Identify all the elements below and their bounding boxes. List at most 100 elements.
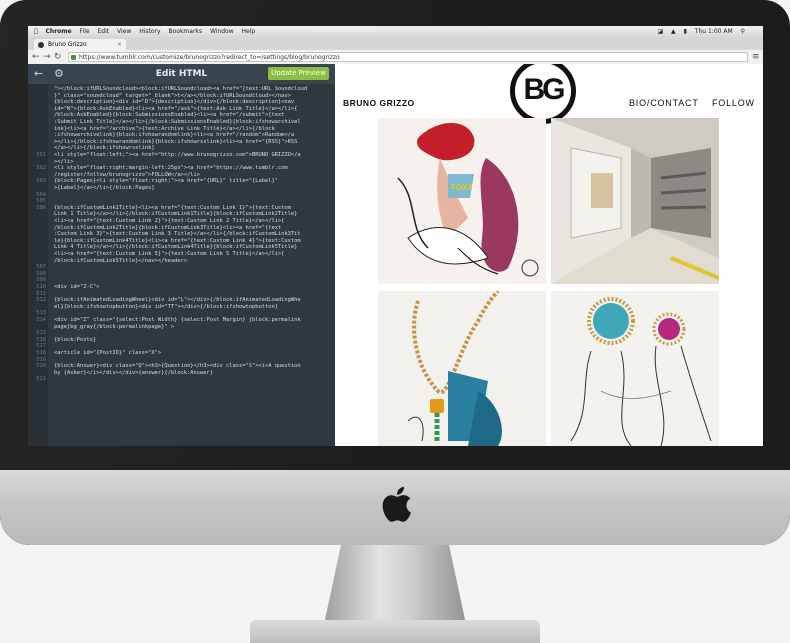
code-text: le}{block:ifCustomLink4Title}<li><a href… <box>54 237 301 244</box>
apple-logo-icon <box>382 486 411 522</box>
code-text: /block:ifCustomLink2Title}{block:ifCusto… <box>54 224 282 231</box>
gear-icon[interactable]: ⚙ <box>54 67 64 81</box>
toolbar: ← → ↻ https://www.tumblr.com/customize/b… <box>28 50 763 65</box>
illustration-woman-art: FOXY <box>397 123 539 277</box>
code-text: <div id="Z" class="{select:Post Width} {… <box>54 317 301 323</box>
menu-edit[interactable]: Edit <box>98 28 110 35</box>
post-illustration-earrings[interactable] <box>551 291 719 446</box>
code-text: Link 4 Title}</a></li>{/block:ifCustomLi… <box>54 244 298 251</box>
code-text: }" class="soundcloud" target="_blank">t<… <box>54 92 291 99</box>
post-illustration-woman[interactable]: FOXY <box>378 118 546 284</box>
code-text: id="N">{block:AskEnabled}<li><a href="/a… <box>54 105 298 112</box>
line-number: 505 <box>36 198 46 205</box>
update-preview-button[interactable]: Update Preview <box>268 67 329 80</box>
code-text: <div id="Z-C"> <box>54 284 100 290</box>
battery-icon[interactable]: ▮ <box>684 28 687 35</box>
wifi-icon[interactable]: ◪ <box>657 28 663 35</box>
menu-help[interactable]: Help <box>242 28 256 35</box>
line-number: 514 <box>36 317 46 323</box>
code-text: :ifshowarchivelink}{block:ifshowrandomli… <box>54 132 295 139</box>
code-text: {block:ifCustomLink1Title}<li><a href="{… <box>54 204 291 211</box>
line-number: 518 <box>36 350 46 356</box>
code-text: <li style="float:right;margin-left:25px"… <box>54 165 288 172</box>
earrings-art <box>570 297 712 446</box>
brand-link[interactable]: BRUNO GRIZZO <box>343 98 415 108</box>
code-text: ></li> <box>54 158 74 165</box>
code-text: ink}<li><a href="/archive">{text:Archive… <box>54 125 275 132</box>
line-number: 516 <box>36 336 46 343</box>
code-text: <li><a href="{text:Custom Link 5}">{text… <box>54 251 285 257</box>
code-text: {block:Pages}<li style="float:right;"><a… <box>54 178 278 185</box>
code-text: <li style="float:left;"><a href="http://… <box>54 152 301 158</box>
line-number: 513 <box>36 310 46 317</box>
menu-file[interactable]: File <box>80 28 90 35</box>
foxy-caption: FOXY <box>451 183 473 192</box>
code-text: by {Asker}</i></div></div>{answer}{/bloc… <box>54 369 214 376</box>
html-editor-panel: Edit HTML ← ⚙ Update Preview "></block:i… <box>28 64 335 446</box>
line-number: 504 <box>36 191 46 198</box>
code-text: >{Label}</a></li>{/block:Pages} <box>54 185 155 191</box>
line-number: 511 <box>36 290 46 297</box>
bg-logo[interactable]: BG <box>510 64 576 124</box>
code-text: el}{block:ifshowtopbutton}<div id="TT"><… <box>54 303 278 310</box>
menu-history[interactable]: History <box>139 28 160 35</box>
menu-icon[interactable]: ≡ <box>752 51 760 63</box>
menu-view[interactable]: View <box>117 28 131 35</box>
code-text: <article id="{PostID}" class="X"> <box>54 350 162 356</box>
tab-bruno-grizzo[interactable]: Bruno Grizzo × <box>34 39 126 50</box>
close-tab-icon[interactable]: × <box>117 39 122 50</box>
line-number: 520 <box>36 363 46 370</box>
post-illustration-necklace[interactable] <box>378 291 546 446</box>
volume-icon[interactable]: ▲ <box>671 28 676 35</box>
code-text: /block:ifCustomLink5Title}</nav></header… <box>54 257 188 264</box>
post-photo-subway[interactable] <box>551 118 719 284</box>
line-number: 509 <box>36 277 46 284</box>
line-number: 519 <box>36 356 46 363</box>
code-text: :Custom Link 3}">{text:Custom Link 3 Tit… <box>54 231 301 238</box>
line-number: 515 <box>36 330 46 337</box>
lock-icon <box>71 55 76 60</box>
code-text: ></li>{/block:ifshowrandomlink}{block:if… <box>54 138 298 145</box>
code-text: {block:ifAnimatedLoadingWheel}<div id="L… <box>54 297 301 304</box>
url-text: https://www.tumblr.com/customize/brunogr… <box>79 54 340 61</box>
code-area[interactable]: "></block:ifURLSoundcloud><block:ifURLSo… <box>28 84 335 446</box>
menu-bookmarks[interactable]: Bookmarks <box>169 28 203 35</box>
favicon-icon <box>38 42 44 48</box>
reload-icon[interactable]: ↻ <box>54 51 62 63</box>
screen:  Chrome File Edit View History Bookmark… <box>28 26 763 446</box>
logo-text: BG <box>523 73 566 106</box>
tab-strip: Bruno Grizzo × <box>28 37 763 50</box>
menu-app-name[interactable]: Chrome <box>46 28 72 35</box>
code-text: /register/follow/brunogrizzo">FOLLOW</a>… <box>54 171 201 178</box>
back-arrow-icon[interactable]: ← <box>32 51 40 63</box>
line-number: 507 <box>36 264 46 271</box>
back-arrow-icon[interactable]: ← <box>34 67 43 81</box>
code-text: {block:Posts} <box>54 336 97 343</box>
monitor-foot <box>250 620 540 643</box>
forward-arrow-icon[interactable]: → <box>43 51 51 63</box>
code-text: :Submit Link Title}</a></li>{/block:Subm… <box>54 119 301 125</box>
nav-follow[interactable]: FOLLOW <box>712 98 755 108</box>
editor-header: Edit HTML ← ⚙ Update Preview <box>28 64 335 84</box>
line-number: 501 <box>36 152 46 158</box>
mac-menu-bar:  Chrome File Edit View History Bookmark… <box>28 26 763 37</box>
line-number: 510 <box>36 284 46 290</box>
nav-bio-contact[interactable]: BIO/CONTACT <box>629 98 699 108</box>
menu-window[interactable]: Window <box>210 28 234 35</box>
code-text: {block:description}<div id="D">{descript… <box>54 99 295 106</box>
line-number: 502 <box>36 165 46 172</box>
necklace-art <box>407 291 502 446</box>
code-text: {block:Answer}<div class="Q"><h3>{Questi… <box>54 363 301 370</box>
code-text: Link 1 Title}</a></li>{/block:ifCustomLi… <box>54 211 298 218</box>
line-number: 508 <box>36 270 46 277</box>
code-text: /block:AskEnabled}{block:SubmissionsEnab… <box>54 112 285 119</box>
spotlight-icon[interactable]: ⚲ <box>741 28 745 35</box>
subway-photo-art <box>551 118 719 284</box>
address-bar[interactable]: https://www.tumblr.com/customize/brunogr… <box>68 52 748 62</box>
tab-title: Bruno Grizzo <box>48 41 87 48</box>
imac-monitor:  Chrome File Edit View History Bookmark… <box>0 0 790 545</box>
menu-clock[interactable]: Thu 1:00 AM <box>695 28 733 35</box>
apple-menu-icon[interactable]:  <box>34 28 38 35</box>
code-text: <li><a href="{text:Custom Link 2}">{text… <box>54 218 285 224</box>
line-number: 521 <box>36 376 46 383</box>
